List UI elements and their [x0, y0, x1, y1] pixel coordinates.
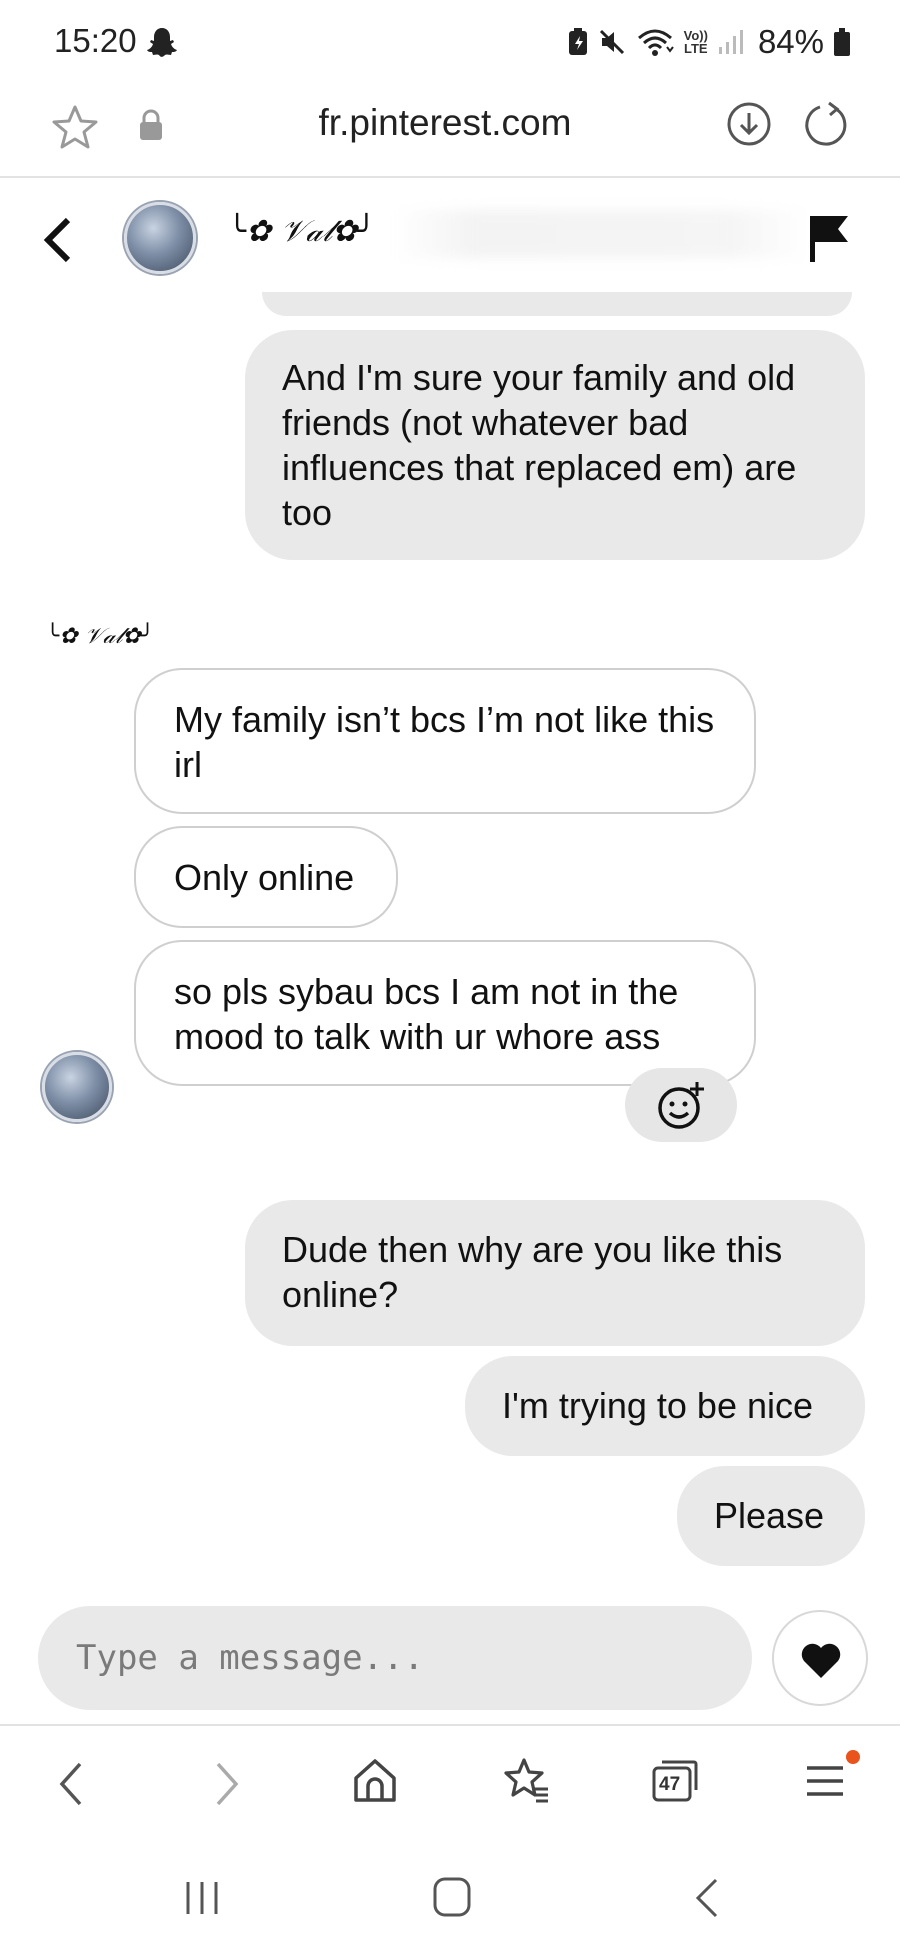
system-back-icon[interactable]	[688, 1874, 728, 1922]
mute-icon	[599, 29, 624, 55]
signal-icon	[718, 30, 743, 54]
message-text: Please	[714, 1495, 825, 1536]
tabs-button[interactable]: 47	[650, 1756, 700, 1806]
message-text: And I'm sure your family and old friends…	[282, 357, 797, 533]
sender-avatar[interactable]	[42, 1052, 112, 1122]
reload-icon[interactable]	[800, 100, 850, 150]
home-icon[interactable]	[352, 1756, 398, 1806]
status-time: 15:20	[54, 22, 137, 59]
menu-icon[interactable]	[804, 1756, 846, 1806]
send-heart-button[interactable]	[772, 1610, 868, 1706]
status-icons: Vo)) LTE 84%	[568, 22, 850, 62]
battery-saver-icon	[568, 28, 587, 55]
add-reaction-button[interactable]	[625, 1068, 737, 1142]
url-text[interactable]: fr.pinterest.com	[240, 102, 650, 144]
message-text: My family isn’t bcs I’m not like this ir…	[174, 699, 715, 785]
system-home-icon[interactable]	[430, 1874, 474, 1920]
battery-percent: 84%	[757, 23, 824, 60]
sender-name: ╰✿ 𝒱𝒶𝓁✿╯	[46, 624, 155, 649]
browser-bottom-nav: 47	[0, 1724, 900, 1844]
message-received[interactable]: Only online	[134, 826, 398, 928]
snapchat-icon	[147, 28, 177, 57]
heart-icon	[801, 1643, 841, 1678]
recent-apps-icon[interactable]	[180, 1876, 224, 1920]
back-arrow-icon[interactable]	[38, 212, 78, 268]
message-received[interactable]: so pls sybau bcs I am not in the mood to…	[134, 940, 756, 1086]
contact-avatar[interactable]	[124, 202, 196, 274]
message-sent[interactable]: I'm trying to be nice	[465, 1356, 865, 1456]
browser-forward-icon[interactable]	[206, 1756, 246, 1812]
message-text: Only online	[174, 857, 355, 898]
browser-url-bar: fr.pinterest.com	[0, 84, 900, 178]
browser-back-icon[interactable]	[52, 1756, 92, 1812]
system-nav-bar	[0, 1850, 900, 1950]
message-text: so pls sybau bcs I am not in the mood to…	[174, 971, 679, 1057]
bookmarks-icon[interactable]	[502, 1756, 550, 1806]
bookmark-star-icon[interactable]	[50, 102, 100, 152]
download-icon[interactable]	[725, 100, 773, 148]
volte-icon: Vo)) LTE	[683, 28, 708, 56]
message-sent[interactable]: Please	[677, 1466, 865, 1566]
message-sent[interactable]: Dude then why are you like this online?	[245, 1200, 865, 1346]
contact-name[interactable]: ╰✿ 𝒱𝒶𝓁✿╯	[228, 214, 375, 249]
previous-message-edge	[262, 292, 852, 316]
message-text: I'm trying to be nice	[502, 1385, 814, 1426]
tabs-count: 47	[659, 1774, 681, 1795]
message-text: Dude then why are you like this online?	[282, 1229, 783, 1315]
battery-icon	[834, 28, 850, 56]
header-blurred-area	[392, 210, 812, 258]
message-input[interactable]	[76, 1632, 716, 1684]
message-composer	[38, 1606, 752, 1710]
message-received[interactable]: My family isn’t bcs I’m not like this ir…	[134, 668, 756, 814]
wifi-icon	[637, 29, 674, 56]
message-sent[interactable]: And I'm sure your family and old friends…	[245, 330, 865, 560]
chat-header: ╰✿ 𝒱𝒶𝓁✿╯	[0, 180, 900, 300]
notification-badge	[846, 1750, 860, 1764]
lock-icon[interactable]	[138, 108, 164, 142]
report-flag-icon[interactable]	[808, 214, 850, 264]
add-emoji-icon	[658, 1082, 704, 1129]
status-bar: 15:20 Vo)) LTE 84%	[0, 0, 900, 84]
